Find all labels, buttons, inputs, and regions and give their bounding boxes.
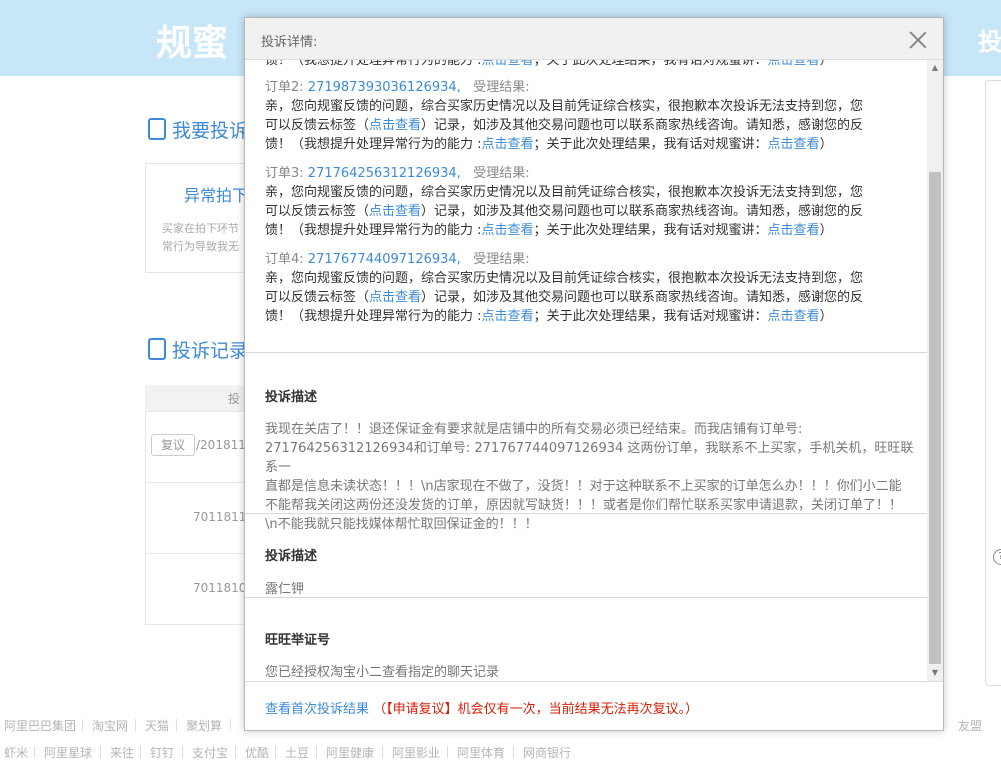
view-link[interactable]: 点击查看 (369, 118, 421, 133)
view-link[interactable]: 点击查看 (768, 137, 820, 152)
footer-link[interactable]: 钉钉 (150, 744, 174, 761)
footer-link[interactable]: 优酷 (245, 744, 269, 761)
scroll-up-arrow-icon[interactable]: ▲ (927, 60, 943, 76)
top-right-title: 投 (978, 28, 1001, 56)
section-divider (245, 352, 927, 353)
footer-link[interactable]: 淘宝网 (92, 717, 128, 734)
view-link[interactable]: 点击查看 (369, 290, 421, 305)
footer-link[interactable]: 网商银行 (523, 744, 571, 761)
footer-link[interactable]: 阿里星球 (44, 744, 92, 761)
dialog-body[interactable]: 馈！（我想提升处理异常行为的能力 :点击查看；关于此次处理结果，我有话对规蜜讲：… (245, 60, 943, 681)
footer-link[interactable]: 阿里健康 (326, 744, 374, 761)
dialog-footer: 查看首次投诉结果 （【申请复议】机会仅有一次，当前结果无法再次复议。） (245, 681, 943, 730)
footer-link[interactable]: 天猫 (145, 717, 169, 734)
footer-link[interactable]: 聚划算 (186, 717, 222, 734)
section-heading: 投诉描述 (265, 549, 318, 564)
order-number-link[interactable]: 271764256312126934, (308, 166, 461, 181)
order-header: 订单4: 271767744097126934, 受理结果: (265, 252, 530, 267)
section-divider (245, 597, 927, 598)
order-result-line: 馈！（我想提升处理异常行为的能力 :点击查看；关于此次处理结果，我有话对规蜜讲：… (265, 223, 833, 238)
scroll-down-arrow-icon[interactable]: ▼ (927, 665, 943, 681)
close-icon[interactable] (909, 31, 927, 49)
hand-icon (148, 118, 166, 140)
footer-link[interactable]: 阿里影业 (392, 744, 440, 761)
order-header: 订单2: 271987393036126934, 受理结果: (265, 80, 530, 95)
section-title-complain: 我要投诉 (148, 116, 248, 143)
card-title: 异常拍下 (184, 186, 249, 205)
complaint-description: 我现在关店了！！退还保证金有要求就是店铺中的所有交易必须已经结束。而我店铺有订单… (265, 422, 914, 532)
section-title-records: 投诉记录 (148, 336, 248, 363)
footer-link[interactable]: 来往 (110, 744, 134, 761)
dialog-header: 投诉详情: (245, 18, 943, 60)
footer-divider (176, 719, 177, 731)
footer-divider (82, 719, 83, 731)
footer-divider (34, 746, 35, 758)
order-result-line: 亲，您向规蜜反馈的问题，综合买家历史情况以及目前凭证综合核实，很抱歉本次投诉无法… (265, 99, 864, 114)
section-heading: 投诉描述 (265, 390, 318, 405)
footer-link[interactable]: 阿里巴巴集团 (4, 717, 76, 734)
footer-divider (275, 746, 276, 758)
footer-divider (182, 746, 183, 758)
view-link[interactable]: 点击查看 (768, 60, 820, 68)
footer-divider (235, 746, 236, 758)
order-result-line: 可以反馈云标签（点击查看）记录，如涉及其他交易问题也可以联系商家热线咨询。请知悉… (265, 118, 864, 133)
footer-divider (135, 719, 136, 731)
footer-link[interactable]: 土豆 (285, 744, 309, 761)
order-1-result-line: 馈！（我想提升处理异常行为的能力 :点击查看；关于此次处理结果，我有话对规蜜讲：… (265, 60, 833, 70)
view-link[interactable]: 点击查看 (768, 223, 820, 238)
row-divider (145, 411, 245, 412)
view-first-result-link[interactable]: 查看首次投诉结果 (265, 702, 369, 717)
footer-divider (100, 746, 101, 758)
view-link[interactable]: 点击查看 (482, 137, 534, 152)
view-link[interactable]: 点击查看 (482, 309, 534, 324)
order-result-line: 可以反馈云标签（点击查看）记录，如涉及其他交易问题也可以联系商家热线咨询。请知悉… (265, 290, 864, 305)
view-link[interactable]: 点击查看 (369, 204, 421, 219)
view-link[interactable]: 点击查看 (482, 60, 534, 68)
order-result-line: 馈！（我想提升处理异常行为的能力 :点击查看；关于此次处理结果，我有话对规蜜讲：… (265, 137, 833, 152)
complaint-detail-dialog: 投诉详情: 馈！（我想提升处理异常行为的能力 :点击查看；关于此次处理结果，我有… (244, 17, 944, 731)
footer-divider (447, 746, 448, 758)
complaint-type-card[interactable] (145, 163, 245, 273)
footer-link[interactable]: 友盟 (958, 717, 982, 734)
order-header: 订单3: 271764256312126934, 受理结果: (265, 166, 530, 181)
footer-message: 查看首次投诉结果 （【申请复议】机会仅有一次，当前结果无法再次复议。） (265, 698, 698, 717)
scrollbar-thumb[interactable] (929, 172, 941, 664)
side-panel (985, 80, 1001, 686)
order-result-line: 馈！（我想提升处理异常行为的能力 :点击查看；关于此次处理结果，我有话对规蜜讲：… (265, 309, 833, 324)
order-number-link[interactable]: 271987393036126934, (308, 80, 461, 95)
row-divider (145, 482, 245, 483)
view-link[interactable]: 点击查看 (768, 309, 820, 324)
footer-link[interactable]: 支付宝 (192, 744, 228, 761)
table-header-cell: 投 (228, 392, 241, 406)
section-heading: 旺旺举证号 (265, 633, 331, 648)
footer-divider (140, 746, 141, 758)
order-result-line: 亲，您向规蜜反馈的问题，综合买家历史情况以及目前凭证综合核实，很抱歉本次投诉无法… (265, 185, 864, 200)
row-divider (145, 553, 245, 554)
appeal-button[interactable]: 复议 (151, 434, 195, 456)
footer-divider (513, 746, 514, 758)
order-number-link[interactable]: 271767744097126934, (308, 252, 461, 267)
card-desc-line: 买家在拍下环节 (162, 222, 239, 235)
order-result-line: 亲，您向规蜜反馈的问题，综合买家历史情况以及目前凭证综合核实，很抱歉本次投诉无法… (265, 271, 864, 286)
footer-link[interactable]: 阿里体育 (457, 744, 505, 761)
footer-link[interactable]: 虾米 (4, 744, 28, 761)
view-link[interactable]: 点击查看 (482, 223, 534, 238)
site-logo: 规蜜 (156, 23, 229, 64)
section-divider (245, 513, 927, 514)
document-icon (148, 338, 166, 360)
appeal-notice: （【申请复议】机会仅有一次，当前结果无法再次复议。） (373, 702, 699, 717)
wangwang-evidence-value: 您已经授权淘宝小二查看指定的聊天记录 (265, 665, 500, 680)
order-result-line: 可以反馈云标签（点击查看）记录，如涉及其他交易问题也可以联系商家热线咨询。请知悉… (265, 204, 864, 219)
footer-divider (230, 719, 231, 731)
footer-divider (316, 746, 317, 758)
footer-divider (382, 746, 383, 758)
card-desc-line: 常行为导致我无 (162, 240, 239, 253)
dialog-title: 投诉详情: (261, 35, 318, 50)
